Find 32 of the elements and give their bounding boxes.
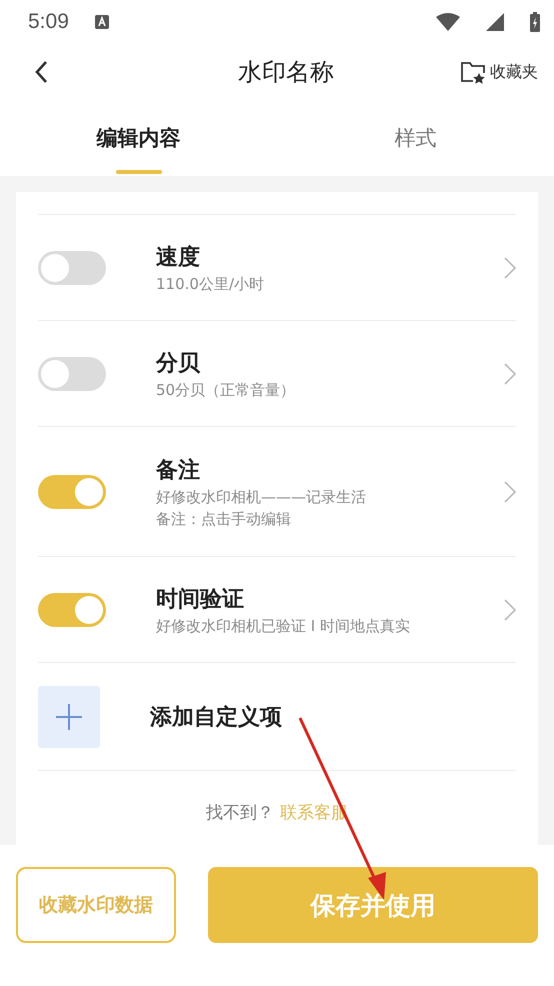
wifi-icon (436, 13, 460, 31)
chevron-icon (504, 598, 516, 620)
battery-icon (530, 12, 540, 32)
tab[interactable]: 编辑内容 (0, 100, 277, 176)
toggle-switch[interactable] (38, 250, 106, 284)
page-title: 水印名称 (238, 57, 334, 88)
item-detail: 好修改水印相机———记录生活 (156, 488, 367, 506)
back-button[interactable] (34, 60, 48, 84)
item-detail: 好修改水印相机已验证 I 时间地点真实 (156, 616, 411, 636)
help-text: 找不到？ (206, 802, 274, 824)
item-detail: 备注：点击手动编辑 (156, 510, 292, 528)
tab[interactable]: 样式 (277, 100, 554, 176)
add-button[interactable] (38, 686, 100, 748)
item-title: 分贝 (156, 350, 202, 378)
toggle-switch[interactable] (38, 356, 106, 390)
toggle-switch[interactable] (38, 474, 106, 508)
plus-icon (54, 702, 84, 732)
chevron-icon (504, 362, 516, 384)
item-detail: 110.0公里/小时 (156, 274, 265, 294)
toggle-switch[interactable] (38, 592, 106, 626)
item-title: 速度 (156, 244, 201, 272)
item-title: 时间验证 (156, 586, 245, 614)
status-time: 5:09 (28, 10, 69, 34)
item-detail: 50分贝（正常音量） (156, 380, 296, 400)
chevron-icon (504, 480, 516, 502)
signal-icon (486, 13, 504, 31)
folder-star-icon (460, 60, 486, 84)
chevron-icon (504, 256, 516, 278)
favorites-button[interactable]: 收藏夹 (460, 60, 538, 84)
notification-icon (94, 15, 109, 29)
item-title: 备注 (156, 456, 201, 484)
add-item-label[interactable]: 添加自定义项 (150, 702, 516, 732)
